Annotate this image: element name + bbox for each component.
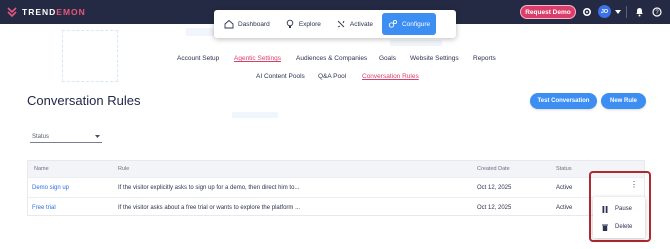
lightbulb-icon bbox=[286, 19, 294, 28]
test-conversation-button[interactable]: Test Conversation bbox=[530, 93, 597, 109]
rule-text: If the visitor explicitly asks to sign u… bbox=[118, 185, 300, 191]
status-text: Active bbox=[556, 205, 573, 211]
logo-text: TRENDEMON bbox=[22, 7, 86, 17]
request-demo-button[interactable]: Request Demo bbox=[520, 5, 576, 19]
nav-explore[interactable]: Explore bbox=[279, 13, 327, 35]
row-actions-menu: Pause Delete bbox=[593, 197, 645, 238]
column-header-rule: Rule bbox=[118, 166, 130, 172]
settings-gear-icon[interactable] bbox=[580, 5, 594, 19]
status-filter-dropdown[interactable]: Status bbox=[30, 131, 102, 143]
trash-icon bbox=[602, 224, 608, 231]
pause-menu-item[interactable]: Pause bbox=[593, 200, 645, 218]
delete-menu-item[interactable]: Delete bbox=[593, 218, 645, 236]
subnav-qa-pool[interactable]: Q&A Pool bbox=[318, 73, 346, 80]
logo[interactable]: TRENDEMON bbox=[6, 6, 86, 18]
subnav-audiences-companies[interactable]: Audiences & Companies bbox=[296, 55, 367, 62]
header-divider bbox=[626, 6, 627, 18]
subnav-agentic-settings[interactable]: Agentic Settings bbox=[234, 55, 281, 62]
main-navigation: Dashboard Explore Activate Configure bbox=[214, 10, 456, 38]
subnav-reports[interactable]: Reports bbox=[473, 55, 496, 62]
nav-activate[interactable]: Activate bbox=[330, 13, 379, 35]
subnav-website-settings[interactable]: Website Settings bbox=[410, 55, 459, 62]
subnav-ai-content-pools[interactable]: AI Content Pools bbox=[256, 73, 305, 80]
faded-card-placeholder bbox=[62, 30, 118, 82]
faded-placeholder-bar bbox=[232, 112, 278, 118]
chevron-down-icon bbox=[95, 134, 100, 138]
table-row[interactable]: Free trial If the visitor asks about a f… bbox=[28, 197, 644, 217]
dashboard-icon bbox=[224, 19, 234, 29]
created-date: Oct 12, 2025 bbox=[477, 185, 512, 191]
subnav-conversation-rules[interactable]: Conversation Rules bbox=[362, 73, 419, 80]
subnav-account-setup[interactable]: Account Setup bbox=[177, 55, 219, 62]
column-header-status: Status bbox=[556, 166, 572, 172]
rule-name-link[interactable]: Demo sign up bbox=[32, 185, 69, 191]
pause-icon bbox=[602, 205, 608, 213]
status-filter-label: Status bbox=[32, 133, 50, 140]
rules-table: Name Rule Created Date Status Demo sign … bbox=[27, 160, 645, 216]
column-header-created-date: Created Date bbox=[477, 166, 510, 172]
logo-icon bbox=[7, 7, 17, 18]
user-avatar[interactable]: JO bbox=[598, 5, 611, 18]
table-header: Name Rule Created Date Status bbox=[28, 161, 644, 177]
notification-bell-icon[interactable] bbox=[632, 5, 646, 19]
subnav-goals[interactable]: Goals bbox=[379, 55, 396, 62]
faded-placeholder-bar bbox=[390, 40, 442, 46]
table-row[interactable]: Demo sign up If the visitor explicitly a… bbox=[28, 177, 644, 197]
activate-icon bbox=[337, 20, 345, 28]
rule-name-link[interactable]: Free trial bbox=[32, 205, 56, 211]
new-rule-button[interactable]: New Rule bbox=[601, 93, 646, 109]
nav-configure[interactable]: Configure bbox=[381, 13, 437, 35]
page-title: Conversation Rules bbox=[27, 93, 141, 108]
help-icon[interactable]: ? bbox=[650, 5, 664, 19]
gears-icon bbox=[388, 19, 398, 28]
status-text: Active bbox=[556, 185, 573, 191]
rule-text: If the visitor asks about a free trial o… bbox=[118, 205, 301, 211]
nav-dashboard[interactable]: Dashboard bbox=[218, 13, 276, 35]
column-header-name: Name bbox=[34, 166, 49, 172]
more-actions-icon[interactable]: ⋮ bbox=[630, 180, 638, 189]
chevron-down-icon[interactable] bbox=[611, 5, 625, 19]
created-date: Oct 12, 2025 bbox=[477, 205, 512, 211]
